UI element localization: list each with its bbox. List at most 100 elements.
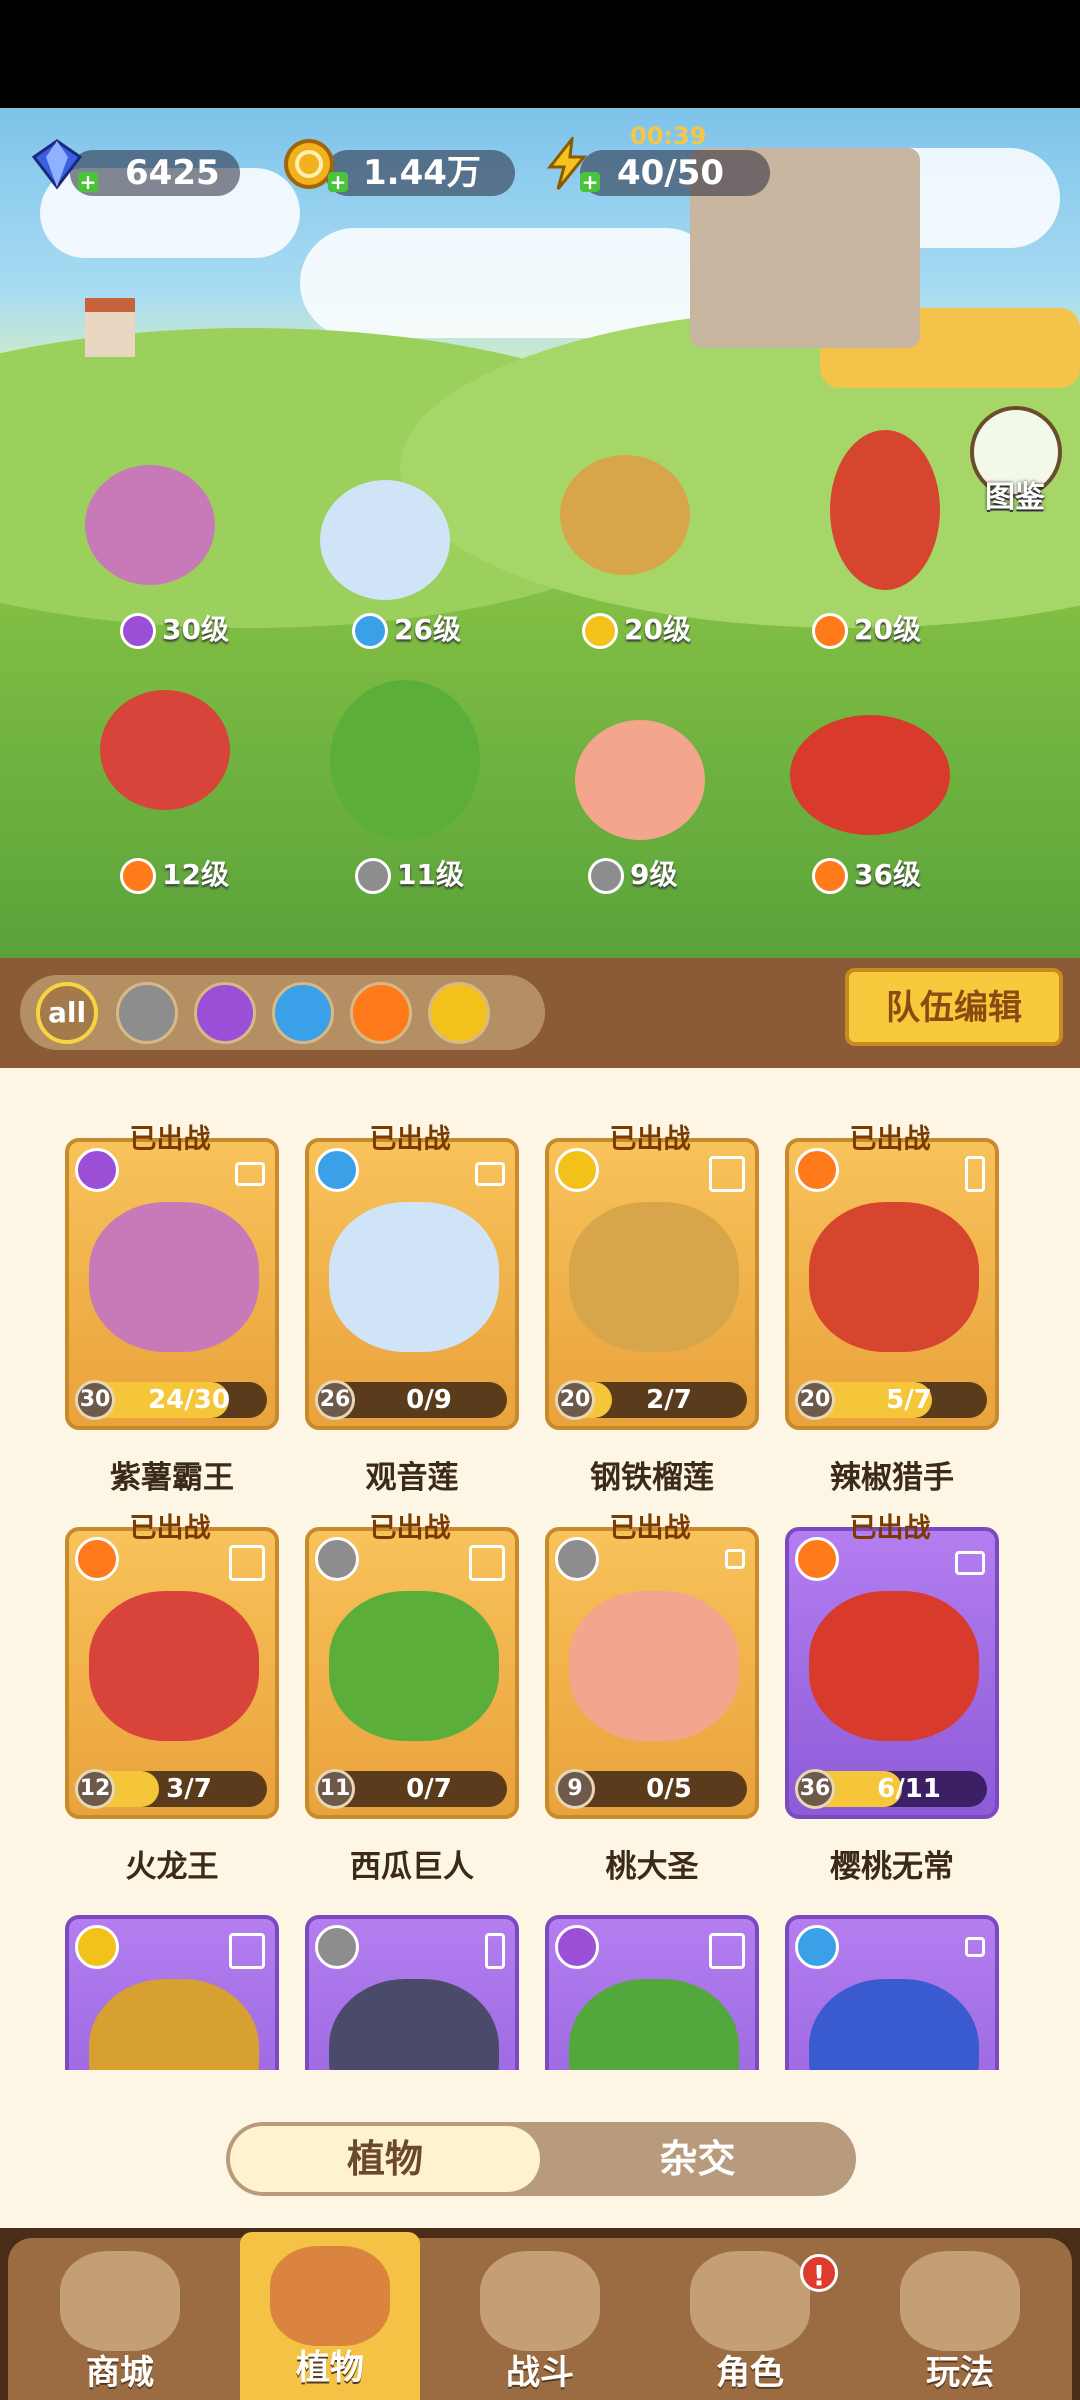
plant-card[interactable] <box>785 1915 999 2070</box>
card-level: 12 <box>75 1769 115 1809</box>
add-coins-button[interactable]: + <box>328 172 348 192</box>
energy-counter: 40/50 <box>580 150 770 196</box>
plant-portrait <box>89 1202 259 1352</box>
card-name: 钢铁榴莲 <box>590 1460 714 1496</box>
add-gems-button[interactable]: + <box>78 172 98 192</box>
deployed-label: 已出战 <box>609 1124 691 1155</box>
fire-icon <box>812 858 848 894</box>
card-level: 36 <box>795 1769 835 1809</box>
lightning-icon <box>582 613 618 649</box>
filter-all[interactable]: all <box>36 982 98 1044</box>
card-progress: 6/11 <box>877 1774 941 1804</box>
lineup-plant-2[interactable] <box>320 480 450 600</box>
nav-label: 商城 <box>86 2353 154 2393</box>
nav-gameplay[interactable]: 玩法 <box>870 2245 1050 2395</box>
plant-card[interactable]: 30 24/30 <box>65 1138 279 1430</box>
plant-card[interactable]: 20 5/7 <box>785 1138 999 1430</box>
filter-sword-icon[interactable] <box>116 982 178 1044</box>
plants-icon <box>270 2246 390 2346</box>
nav-plants[interactable]: 植物 <box>240 2232 420 2400</box>
slot-icon <box>955 1551 985 1575</box>
nav-label: 角色 <box>716 2353 784 2393</box>
filter-water-icon[interactable] <box>272 982 334 1044</box>
nav-label: 玩法 <box>926 2353 994 2393</box>
deployed-label: 已出战 <box>369 1124 451 1155</box>
filter-lightning-icon[interactable] <box>428 982 490 1044</box>
plant-portrait <box>329 1202 499 1352</box>
album-button[interactable]: 图鉴 <box>970 406 1062 515</box>
lineup-plant-6[interactable] <box>330 680 480 840</box>
sword-icon <box>588 858 624 894</box>
slot-icon <box>235 1162 265 1186</box>
card-progress: 3/7 <box>166 1774 212 1804</box>
gameplay-icon <box>900 2251 1020 2351</box>
filter-poison-icon[interactable] <box>194 982 256 1044</box>
plant-card[interactable] <box>305 1915 519 2070</box>
card-name: 西瓜巨人 <box>350 1849 474 1885</box>
nav-shop[interactable]: 商城 <box>30 2245 210 2395</box>
plant-card[interactable]: 26 0/9 <box>305 1138 519 1430</box>
lineup-plant-3[interactable] <box>560 455 690 575</box>
team-edit-button[interactable]: 队伍编辑 <box>845 968 1063 1046</box>
card-level: 30 <box>75 1380 115 1420</box>
slot-icon <box>709 1933 745 1969</box>
card-name: 火龙王 <box>125 1849 219 1885</box>
lineup-plant-1[interactable] <box>85 465 215 585</box>
windmill-icon <box>480 2251 600 2351</box>
lightning-icon <box>75 1925 119 1969</box>
plant-card[interactable]: 11 0/7 <box>305 1527 519 1819</box>
nav-label: 战斗 <box>506 2353 574 2393</box>
card-level: 26 <box>315 1380 355 1420</box>
deployed-label: 已出战 <box>849 1513 931 1544</box>
plant-portrait <box>89 1591 259 1741</box>
add-energy-button[interactable]: + <box>580 172 600 192</box>
coin-count: 1.44万 <box>363 153 481 193</box>
water-drop-icon <box>352 613 388 649</box>
notification-badge: ! <box>800 2254 838 2292</box>
sword-icon <box>355 858 391 894</box>
level-text: 30级 <box>162 613 229 646</box>
plant-card[interactable]: 36 6/11 <box>785 1527 999 1819</box>
tab-hybrid[interactable]: 杂交 <box>545 2126 850 2192</box>
slot-icon <box>709 1156 745 1192</box>
card-name: 樱桃无常 <box>830 1849 954 1885</box>
slot-icon <box>469 1545 505 1581</box>
level-text: 36级 <box>854 858 921 891</box>
energy-timer: 00:39 <box>630 122 707 150</box>
card-row-partial <box>0 1915 1080 2070</box>
card-level: 11 <box>315 1769 355 1809</box>
slot-icon <box>485 1933 505 1969</box>
card-progress: 2/7 <box>646 1385 692 1415</box>
plant-portrait <box>809 1591 979 1741</box>
lineup-level-2: 26级 <box>352 612 461 649</box>
plant-card[interactable] <box>65 1915 279 2070</box>
poison-icon <box>120 613 156 649</box>
slot-icon <box>965 1156 985 1192</box>
card-level: 9 <box>555 1769 595 1809</box>
energy-count: 40/50 <box>617 153 725 193</box>
card-level: 20 <box>795 1380 835 1420</box>
small-house <box>85 298 135 357</box>
plant-card[interactable]: 20 2/7 <box>545 1138 759 1430</box>
lineup-plant-4[interactable] <box>830 430 940 590</box>
level-text: 20级 <box>854 613 921 646</box>
nav-label: 植物 <box>296 2348 364 2388</box>
level-text: 20级 <box>624 613 691 646</box>
level-text: 26级 <box>394 613 461 646</box>
lineup-plant-8[interactable] <box>790 715 950 835</box>
lineup-plant-7[interactable] <box>575 720 705 840</box>
plant-card[interactable] <box>545 1915 759 2070</box>
lineup-level-1: 30级 <box>120 612 229 649</box>
filter-fire-icon[interactable] <box>350 982 412 1044</box>
lineup-level-3: 20级 <box>582 612 691 649</box>
nav-battle[interactable]: 战斗 <box>450 2245 630 2395</box>
plant-portrait <box>329 1591 499 1741</box>
card-progress: 0/7 <box>406 1774 452 1804</box>
tab-plants[interactable]: 植物 <box>230 2126 540 2192</box>
plant-portrait <box>329 1979 499 2070</box>
lineup-plant-5[interactable] <box>100 690 230 810</box>
slot-icon <box>475 1162 505 1186</box>
plant-card[interactable]: 12 3/7 <box>65 1527 279 1819</box>
plant-card[interactable]: 9 0/5 <box>545 1527 759 1819</box>
level-text: 11级 <box>397 858 464 891</box>
